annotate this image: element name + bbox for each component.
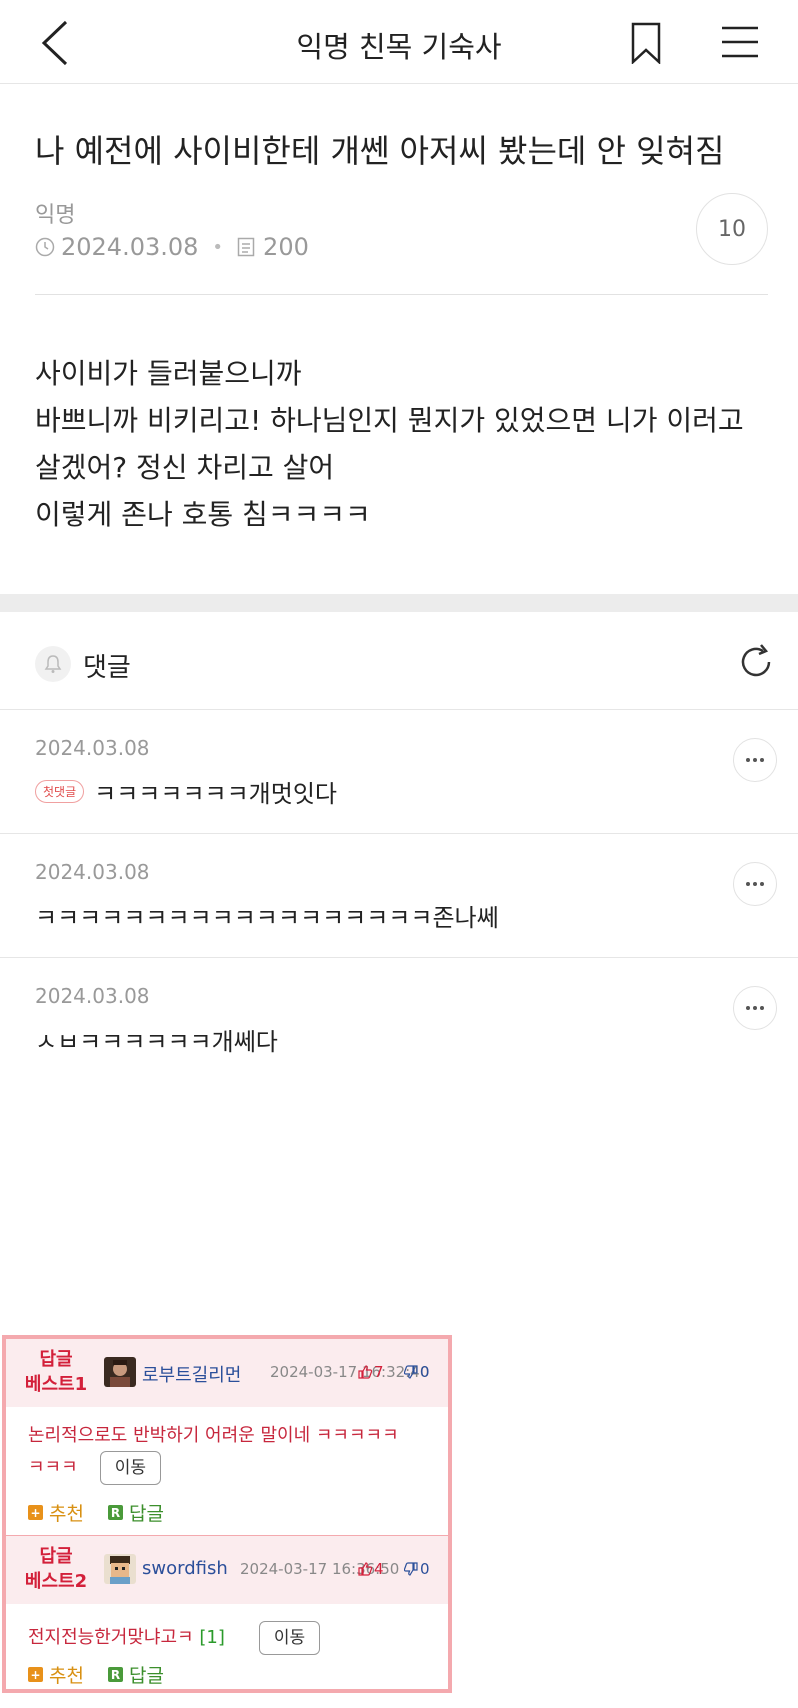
plus-icon: +	[28, 1505, 43, 1520]
bell-icon[interactable]	[35, 646, 71, 682]
avatar	[104, 1357, 136, 1387]
best-reply-text: 전지전능한거맞냐고ㅋ [1] 이동	[28, 1621, 321, 1655]
best-text-line: 논리적으로도 반박하기 어려운 말이네 ㅋㅋㅋㅋㅋ	[28, 1425, 399, 1446]
comment-date: 2024.03.08	[35, 736, 150, 760]
comment-date: 2024.03.08	[35, 860, 150, 884]
best-reply-actions: + 추천 R 답글	[28, 1499, 164, 1526]
more-options-icon[interactable]	[733, 738, 777, 782]
upvote-count[interactable]: 7	[358, 1363, 384, 1381]
best-label-line: 베스트2	[24, 1571, 88, 1592]
avatar	[104, 1554, 136, 1584]
first-comment-badge: 첫댓글	[35, 780, 85, 803]
comment-item: 2024.03.08 ㅋㅋㅋㅋㅋㅋㅋㅋㅋㅋㅋㅋㅋㅋㅋㅋㅋㅋ존나쎄	[0, 834, 798, 958]
comment-text: ㅅㅂㅋㅋㅋㅋㅋㅋ개쎄다	[35, 1028, 278, 1056]
best-label-line: 답글	[39, 1546, 73, 1567]
reply-label: 답글	[128, 1503, 164, 1525]
downvote-count[interactable]: 0	[404, 1560, 430, 1578]
comment-text: ㅋㅋㅋㅋㅋㅋㅋ개멋잇다	[94, 780, 338, 808]
comments-header: 댓글	[0, 612, 798, 710]
comment-content: ㅅㅂㅋㅋㅋㅋㅋㅋ개쎄다	[35, 1022, 278, 1057]
downvote-count[interactable]: 0	[404, 1363, 430, 1381]
recommend-label: 추천	[49, 1503, 84, 1525]
recommend-label: 추천	[49, 1665, 84, 1687]
best-reply-label: 답글 베스트2	[16, 1544, 96, 1594]
post-author: 익명	[35, 203, 76, 228]
upvote-value: 4	[374, 1560, 384, 1578]
more-options-icon[interactable]	[733, 986, 777, 1030]
best-text-line: ㅋㅋㅋ	[28, 1457, 78, 1478]
body-line: 사이비가 들러붙으니까	[35, 357, 302, 390]
recommend-button[interactable]: + 추천	[28, 1499, 84, 1526]
body-line: 바쁘니까 비키리고! 하나님인지 뭔지가 있었으면 니가 이러고	[35, 404, 744, 437]
comment-item: 2024.03.08 ㅅㅂㅋㅋㅋㅋㅋㅋ개쎄다	[0, 958, 798, 1078]
recommend-button[interactable]: + 추천	[28, 1661, 84, 1688]
comment-content: ㅋㅋㅋㅋㅋㅋㅋㅋㅋㅋㅋㅋㅋㅋㅋㅋㅋㅋ존나쎄	[35, 898, 499, 933]
best-label-line: 답글	[39, 1349, 73, 1370]
reply-icon: R	[107, 1505, 123, 1520]
best-reply-header: 답글 베스트2 swordfish 2024-03-17 16:36:50 4 …	[6, 1536, 448, 1604]
best-replies-panel: 답글 베스트1 로부트길리먼 2024-03-17 16:32:40 7 0 논…	[2, 1335, 452, 1693]
upvote-value: 7	[374, 1363, 384, 1381]
best-reply-user[interactable]: swordfish	[142, 1558, 228, 1579]
comment-content: 첫댓글 ㅋㅋㅋㅋㅋㅋㅋ개멋잇다	[35, 774, 337, 809]
bookmark-icon[interactable]	[628, 22, 664, 65]
post-meta: 2024.03.08 • 200	[35, 233, 309, 261]
post-title: 나 예전에 사이비한테 개쎈 아저씨 봤는데 안 잊혀짐	[35, 132, 725, 170]
top-bar: 익명 친목 기숙사	[0, 0, 798, 84]
post-date: 2024.03.08	[61, 233, 199, 261]
best-text-line: 전지전능한거맞냐고ㅋ	[28, 1627, 194, 1648]
reply-button[interactable]: R 답글	[107, 1499, 164, 1526]
upvote-count[interactable]: 4	[358, 1560, 384, 1578]
best-reply-label: 답글 베스트1	[16, 1347, 96, 1397]
post-views: 200	[263, 233, 309, 261]
post-body: 사이비가 들러붙으니까 바쁘니까 비키리고! 하나님인지 뭔지가 있었으면 니가…	[35, 350, 775, 538]
comment-text: ㅋㅋㅋㅋㅋㅋㅋㅋㅋㅋㅋㅋㅋㅋㅋㅋㅋㅋ존나쎄	[35, 904, 499, 932]
downvote-value: 0	[420, 1363, 430, 1381]
best-reply-header: 답글 베스트1 로부트길리먼 2024-03-17 16:32:40 7 0	[6, 1339, 448, 1407]
views-icon	[237, 237, 263, 257]
body-line: 이렇게 존나 호통 침ㅋㅋㅋㅋ	[35, 498, 371, 531]
board-title: 익명 친목 기숙사	[296, 30, 502, 64]
plus-icon: +	[28, 1667, 43, 1682]
best-reply-user[interactable]: 로부트길리먼	[142, 1361, 241, 1387]
more-options-icon[interactable]	[733, 862, 777, 906]
divider	[35, 294, 768, 295]
reply-count: [1]	[199, 1627, 225, 1648]
section-divider	[0, 594, 798, 612]
comment-date: 2024.03.08	[35, 984, 150, 1008]
comments-label: 댓글	[83, 653, 131, 683]
best-reply-actions: + 추천 R 답글	[28, 1661, 164, 1688]
reply-label: 답글	[128, 1665, 164, 1687]
hamburger-menu-icon[interactable]	[720, 22, 760, 62]
refresh-icon[interactable]	[736, 642, 776, 682]
best-label-line: 베스트1	[24, 1374, 88, 1395]
move-button[interactable]: 이동	[99, 1451, 161, 1485]
best-reply-text: 논리적으로도 반박하기 어려운 말이네 ㅋㅋㅋㅋㅋ ㅋㅋㅋ 이동	[28, 1421, 399, 1485]
move-button[interactable]: 이동	[258, 1621, 321, 1655]
comment-count-button[interactable]: 10	[696, 193, 768, 265]
reply-icon: R	[107, 1667, 123, 1682]
downvote-value: 0	[420, 1560, 430, 1578]
reply-button[interactable]: R 답글	[107, 1661, 164, 1688]
meta-separator: •	[212, 236, 224, 258]
body-line: 살겠어? 정신 차리고 살어	[35, 451, 335, 484]
clock-icon	[35, 237, 61, 257]
comment-item: 2024.03.08 첫댓글 ㅋㅋㅋㅋㅋㅋㅋ개멋잇다	[0, 710, 798, 834]
